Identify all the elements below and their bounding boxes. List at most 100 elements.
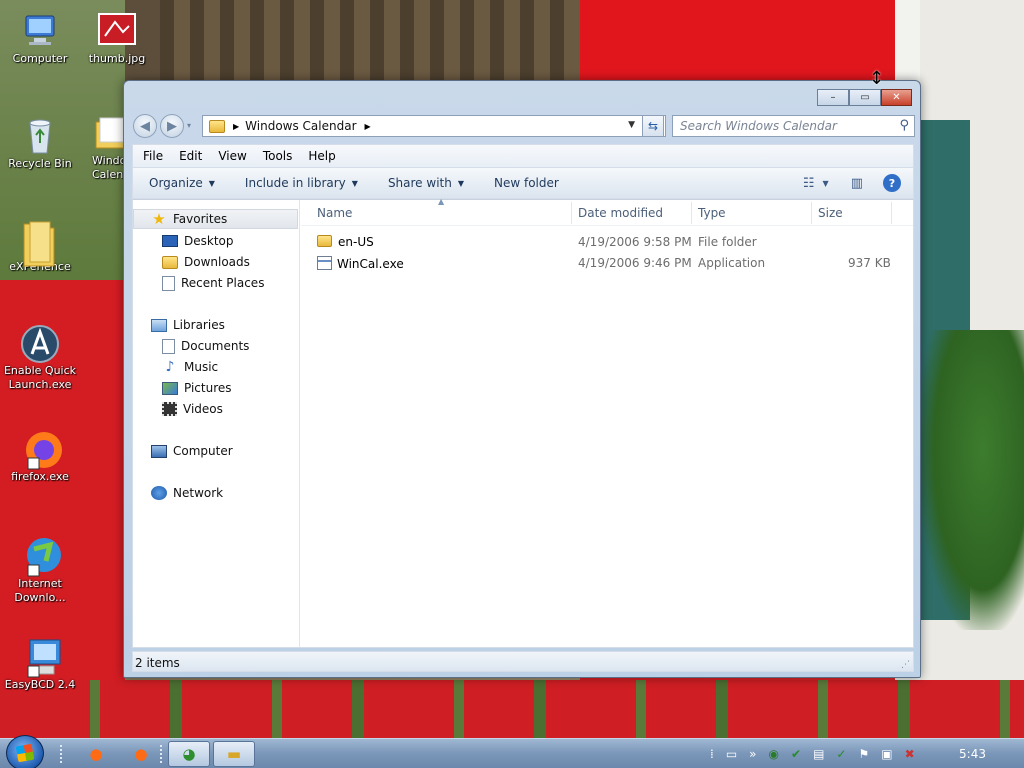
file-name: en-US bbox=[338, 235, 374, 249]
recent-pages-dropdown-icon[interactable]: ▾ bbox=[187, 121, 191, 130]
address-history-dropdown-icon[interactable]: ▼ bbox=[628, 120, 635, 130]
nav-item-label: Documents bbox=[181, 339, 250, 353]
taskbar-firefox-2[interactable]: ● bbox=[120, 741, 162, 767]
download-tray-icon[interactable]: ✔ bbox=[791, 747, 801, 761]
menu-edit[interactable]: Edit bbox=[179, 149, 202, 163]
column-header-size[interactable]: Size bbox=[818, 206, 843, 220]
firefox-icon: ● bbox=[134, 745, 148, 763]
desktop-icon-computer[interactable]: Computer bbox=[0, 10, 80, 66]
start-button[interactable] bbox=[6, 735, 44, 768]
menu-file[interactable]: File bbox=[143, 149, 163, 163]
nav-item-label: Desktop bbox=[184, 234, 234, 248]
refresh-button[interactable]: ⇆ bbox=[642, 115, 664, 137]
chevron-down-icon: ▼ bbox=[208, 178, 215, 188]
file-row-en-us[interactable]: en-US 4/19/2006 9:58 PM File folder bbox=[301, 232, 891, 253]
minimize-button[interactable]: – bbox=[817, 89, 849, 106]
action-center-flag-icon[interactable]: ⚑ bbox=[858, 747, 869, 761]
column-header-name[interactable]: Name bbox=[317, 206, 352, 220]
maximize-button[interactable]: ▭ bbox=[849, 89, 881, 106]
share-with-button[interactable]: Share with ▼ bbox=[388, 176, 464, 190]
desktop-icon-internet-download[interactable]: Internet Downlo... bbox=[0, 535, 80, 605]
column-header-type[interactable]: Type bbox=[698, 206, 726, 220]
chevron-down-icon[interactable]: ▼ bbox=[823, 179, 829, 188]
desktop-icon[interactable]: ▭ bbox=[726, 747, 737, 761]
wallpaper-red-panel bbox=[580, 0, 895, 82]
desktop-icon-experience[interactable]: eXPerience bbox=[0, 218, 80, 274]
column-divider[interactable] bbox=[891, 202, 892, 224]
explorer-window[interactable]: – ▭ ✕ ◀ ▶ ▾ ▶ Windows Calendar ▶ ▼ ⇆ Sea… bbox=[123, 80, 921, 678]
taskbar-grip[interactable] bbox=[60, 745, 64, 763]
nav-computer[interactable]: Computer bbox=[133, 441, 233, 461]
close-button[interactable]: ✕ bbox=[881, 89, 912, 106]
preview-pane-icon[interactable]: ▥ bbox=[851, 176, 863, 191]
network-icon[interactable]: ▣ bbox=[881, 747, 892, 761]
menu-tools[interactable]: Tools bbox=[263, 149, 293, 163]
desktop-icon-firefox[interactable]: firefox.exe bbox=[0, 428, 80, 484]
file-name-cell: en-US bbox=[317, 235, 374, 249]
organize-button[interactable]: Organize ▼ bbox=[149, 176, 215, 190]
computer-icon bbox=[151, 444, 167, 458]
nav-item-label: Downloads bbox=[184, 255, 250, 269]
desktop-icon bbox=[162, 235, 178, 247]
desktop-icon-label-partial-2: Calen bbox=[92, 168, 124, 181]
taskbar-grip[interactable] bbox=[160, 745, 164, 763]
column-divider[interactable] bbox=[811, 202, 812, 224]
internet-download-icon: ◕ bbox=[182, 745, 196, 763]
taskbar-internet-download[interactable]: ◕ bbox=[168, 741, 210, 767]
nav-item-music[interactable]: ♪ Music bbox=[133, 357, 219, 377]
wallpaper-tree bbox=[920, 330, 1024, 630]
nav-item-pictures[interactable]: Pictures bbox=[133, 378, 232, 398]
change-view-icon[interactable]: ☷ bbox=[803, 176, 815, 191]
desktop-icon-label: EasyBCD 2.4 bbox=[4, 678, 76, 691]
clock[interactable]: 5:43 bbox=[959, 747, 986, 761]
resize-grip-icon[interactable]: ⋰ bbox=[901, 660, 910, 670]
security-tray-icon[interactable]: ✓ bbox=[836, 747, 846, 761]
file-date: 4/19/2006 9:58 PM bbox=[578, 235, 692, 249]
include-in-library-button[interactable]: Include in library ▼ bbox=[245, 176, 358, 190]
nav-item-desktop[interactable]: Desktop bbox=[133, 231, 234, 251]
breadcrumb-segment[interactable]: Windows Calendar bbox=[245, 119, 356, 133]
nav-computer-label: Computer bbox=[173, 444, 233, 458]
nav-item-label: Music bbox=[184, 360, 219, 374]
desktop-icon-windows-calendar[interactable]: Windo Calen bbox=[80, 112, 126, 182]
network-status-icon[interactable]: ◉ bbox=[769, 747, 779, 761]
nav-libraries[interactable]: Libraries bbox=[133, 315, 225, 335]
file-row-wincal[interactable]: WinCal.exe 4/19/2006 9:46 PM Application… bbox=[301, 253, 891, 274]
breadcrumb-arrow-icon[interactable]: ▶ bbox=[233, 122, 239, 131]
search-input[interactable]: Search Windows Calendar ⚲ bbox=[672, 115, 915, 137]
address-bar[interactable]: ▶ Windows Calendar ▶ ▼ bbox=[202, 115, 666, 137]
volume-muted-icon[interactable]: ✖ bbox=[905, 747, 915, 761]
forward-button[interactable]: ▶ bbox=[160, 114, 184, 138]
nav-item-downloads[interactable]: Downloads bbox=[133, 252, 250, 272]
desktop-icon-easybcd[interactable]: EasyBCD 2.4 bbox=[0, 636, 80, 692]
desktop-icon-thumb[interactable]: thumb.jpg bbox=[77, 10, 157, 66]
new-folder-button[interactable]: New folder bbox=[494, 176, 559, 190]
libraries-icon bbox=[151, 318, 167, 332]
taskbar-explorer[interactable]: ▬ bbox=[213, 741, 255, 767]
nav-item-documents[interactable]: Documents bbox=[133, 336, 249, 356]
breadcrumb-arrow-icon[interactable]: ▶ bbox=[365, 122, 371, 131]
image-file-icon bbox=[97, 10, 137, 50]
wallpaper-fence bbox=[0, 680, 1024, 738]
column-divider[interactable] bbox=[691, 202, 692, 224]
back-arrow-icon: ◀ bbox=[140, 118, 150, 134]
window-controls: – ▭ ✕ bbox=[817, 89, 912, 106]
nav-network[interactable]: Network bbox=[133, 483, 223, 503]
desktop-icon-enable-quick-launch[interactable]: Enable Quick Launch.exe bbox=[0, 322, 80, 392]
desktop-icon-label-partial-1: Windo bbox=[92, 154, 126, 167]
chevron-icon[interactable]: » bbox=[749, 747, 756, 761]
back-button[interactable]: ◀ bbox=[133, 114, 157, 138]
menu-view[interactable]: View bbox=[218, 149, 246, 163]
nav-favorites[interactable]: ★ Favorites bbox=[133, 209, 298, 229]
search-icon[interactable]: ⚲ bbox=[899, 118, 909, 133]
nav-item-videos[interactable]: Videos bbox=[133, 399, 223, 419]
column-divider[interactable] bbox=[571, 202, 572, 224]
desktop-icon-recycle-bin[interactable]: Recycle Bin bbox=[0, 115, 80, 171]
file-name-cell: WinCal.exe bbox=[317, 256, 404, 271]
taskbar-firefox[interactable]: ● bbox=[75, 741, 117, 767]
menu-help[interactable]: Help bbox=[308, 149, 335, 163]
column-header-date-modified[interactable]: Date modified bbox=[578, 206, 663, 220]
document-tray-icon[interactable]: ▤ bbox=[813, 747, 824, 761]
nav-item-recent-places[interactable]: Recent Places bbox=[133, 273, 264, 293]
help-icon[interactable]: ? bbox=[883, 174, 901, 192]
